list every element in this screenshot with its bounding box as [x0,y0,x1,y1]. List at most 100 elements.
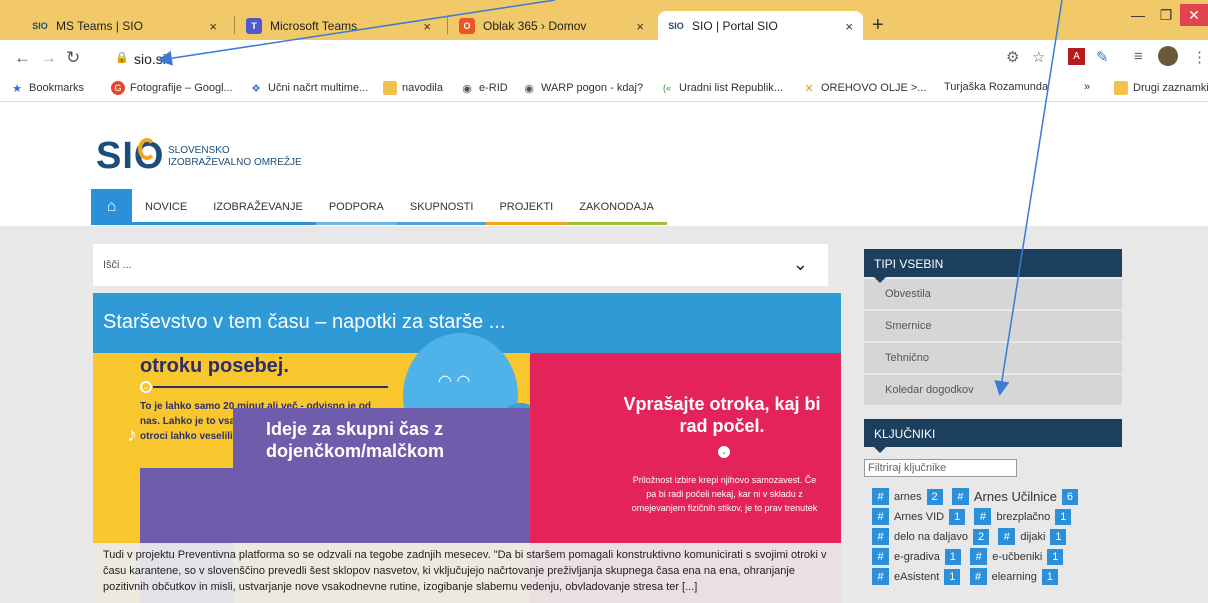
avatar[interactable] [1158,46,1178,66]
bookmark-item[interactable]: Drugi zaznamki [1114,81,1208,95]
menu-item-podpora[interactable]: PODPORA [315,189,397,225]
globe-icon: ◉ [524,82,534,95]
url-text[interactable]: sio.si [134,51,166,67]
sio-favicon-icon: SIO [668,20,684,31]
uradni-list-icon: (« [662,83,671,93]
article-excerpt: Tudi v projektu Preventivna platforma so… [93,543,841,603]
tag-count: 1 [1050,528,1067,545]
reload-icon[interactable]: ↻ [66,48,80,68]
bookmark-item[interactable]: ◉ e-RID [460,81,508,95]
keyword-tag[interactable]: # delo na daljavo 2 [872,528,990,545]
browser-toolbar: ← → ↻ 🔒 sio.si ⚙ ☆ A ✎ ≡ ⋮ [0,40,1208,76]
bookmark-star-icon[interactable]: ☆ [1032,48,1045,66]
keyword-tags: # arnes 2 # Arnes Učilnice 6 # Arnes VID 1 # br… [872,488,1122,588]
bookmark-item[interactable]: (« Uradni list Republik... [660,81,783,95]
search-bar[interactable]: Išči ... ⌄ [93,244,828,286]
logo-mark-icon [138,138,156,160]
globe-icon: ◉ [462,82,472,95]
office-favicon-icon: O [459,17,475,34]
tab-ms-teams-sio[interactable]: SIO MS Teams | SIO × [22,11,227,40]
tab-microsoft-teams[interactable]: T Microsoft Teams × [236,11,441,40]
menu-underline [396,222,487,225]
sidebar-heading-content-types: TIPI VSEBIN [864,249,1122,283]
bookmark-item[interactable]: ✕ OREHOVO OLJE >... [802,81,926,95]
address-bar[interactable]: 🔒 sio.si [107,46,1055,71]
keyword-tag[interactable]: # arnes 2 [872,488,943,505]
bookmark-item[interactable]: G Fotografije – Googl... [111,81,233,95]
keyword-filter-input[interactable]: Filtriraj ključnike [864,459,1017,477]
hash-icon: # [970,548,988,565]
bookmark-item[interactable]: ◉ WARP pogon - kdaj? [522,81,643,95]
main-menu: ⌂ NOVICE IZOBRAŽEVANJE PODPORA SKUPNOSTI… [91,189,667,225]
translate-icon[interactable]: ⚙ [1006,48,1019,66]
book-icon: ❖ [251,82,261,95]
chevron-down-icon[interactable]: ⌄ [793,254,808,275]
more-bookmarks-button[interactable]: » [1084,81,1090,93]
sidebar-item-tehnicno[interactable]: Tehnično [864,343,1122,373]
menu-item-projekti[interactable]: PROJEKTI [486,189,567,225]
keyword-tag[interactable]: # Arnes Učilnice 6 [951,488,1078,505]
page-content: SIO SLOVENSKO IZOBRAŽEVALNO OMREŽJE ⌂ NO… [0,102,1208,603]
pen-extension-icon[interactable]: ✎ [1096,48,1109,66]
teams-favicon-icon: T [246,17,262,34]
sidebar-item-obvestila[interactable]: Obvestila [864,279,1122,309]
menu-dots-icon[interactable]: ⋮ [1192,48,1207,66]
hash-icon: # [872,528,889,545]
sidebar-heading-keywords: KLJUČNIKI [864,419,1122,453]
tab-sio-portal[interactable]: SIO SIO | Portal SIO × [658,11,863,40]
hash-icon: # [969,568,987,585]
bookmark-item[interactable]: ❖ Učni načrt multime... [249,81,368,95]
hash-icon: # [872,508,889,525]
keyword-tag[interactable]: # dijaki 1 [998,528,1067,545]
site-header: SIO SLOVENSKO IZOBRAŽEVALNO OMREŽJE ⌂ NO… [0,102,1208,226]
hash-icon: # [998,528,1016,545]
menu-item-zakonodaja[interactable]: ZAKONODAJA [566,189,667,225]
close-window-icon[interactable]: ✕ [1180,4,1208,26]
butterfly-icon: ✕ [804,82,814,95]
divider [153,386,388,388]
menu-item-izobrazevanje[interactable]: IZOBRAŽEVANJE [200,189,316,225]
music-note-icon: ♪ [127,424,137,446]
close-tab-icon[interactable]: × [209,19,217,34]
sidebar-item-koledar-dogodkov[interactable]: Koledar dogodkov [864,375,1122,405]
close-tab-icon[interactable]: × [636,19,644,34]
tab-oblak-365[interactable]: O Oblak 365 › Domov × [449,11,654,40]
sidebar-item-smernice[interactable]: Smernice [864,311,1122,341]
new-tab-button[interactable]: + [872,14,884,37]
keyword-tag[interactable]: # brezplačno 1 [974,508,1072,525]
home-icon[interactable]: ⌂ [91,189,132,225]
close-tab-icon[interactable]: × [845,19,853,34]
hash-icon: # [974,508,992,525]
keyword-tag[interactable]: # elearning 1 [969,568,1058,585]
folder-icon [1114,81,1128,95]
browser-tab-bar: SIO MS Teams | SIO × T Microsoft Teams ×… [0,0,1208,40]
chevron-circle-icon: ⌄ [140,381,152,393]
featured-article[interactable]: Starševstvo v tem času – napotki za star… [93,293,841,603]
hash-icon: # [872,488,889,505]
back-icon[interactable]: ← [14,48,31,68]
reading-list-icon[interactable]: ≡ [1134,48,1143,65]
tag-count: 6 [1061,488,1078,505]
close-tab-icon[interactable]: × [423,19,431,34]
bookmark-item[interactable]: ★ Bookmarks [10,81,84,95]
star-icon: ★ [12,82,22,95]
keyword-tag[interactable]: # Arnes VID 1 [872,508,966,525]
acrobat-extension-icon[interactable]: A [1068,48,1085,65]
tab-title: Oblak 365 › Domov [483,18,587,33]
tag-count: 2 [973,528,990,545]
minimize-icon[interactable]: — [1124,4,1152,26]
menu-underline [566,222,667,225]
sidebar: TIPI VSEBIN Obvestila Smernice Tehnično … [864,249,1122,453]
keyword-tag[interactable]: # e-učbeniki 1 [970,548,1064,565]
tag-count: 1 [944,568,961,585]
search-placeholder: Išči ... [103,259,132,271]
menu-item-novice[interactable]: NOVICE [132,189,201,225]
tag-count: 1 [1055,508,1072,525]
keyword-tag[interactable]: # e-gradiva 1 [872,548,961,565]
maximize-icon[interactable]: ❐ [1152,4,1180,26]
bookmark-item[interactable]: navodila [383,81,443,95]
menu-item-skupnosti[interactable]: SKUPNOSTI [396,189,487,225]
bookmark-item[interactable]: Turjaška Rozamunda [944,81,1048,93]
forward-icon[interactable]: → [40,48,57,68]
keyword-tag[interactable]: # eAsistent 1 [872,568,961,585]
